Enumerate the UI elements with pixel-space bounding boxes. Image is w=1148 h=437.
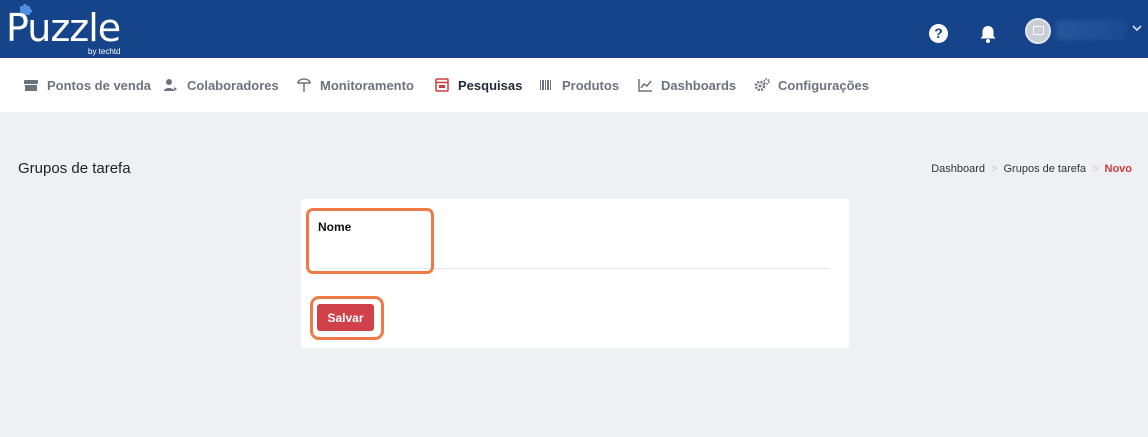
main-nav: Pontos de venda Colaboradores Monitorame… xyxy=(0,58,1148,112)
user-name-blurred[interactable] xyxy=(1056,20,1126,40)
barcode-icon xyxy=(540,80,551,90)
nav-item-configuracoes[interactable]: Configurações xyxy=(754,58,869,112)
breadcrumb-current: Novo xyxy=(1104,163,1133,175)
users-icon xyxy=(164,79,177,91)
nome-input[interactable] xyxy=(318,239,830,269)
chevron-down-icon[interactable] xyxy=(1131,22,1143,34)
avatar[interactable] xyxy=(1025,18,1051,44)
nome-label: Nome xyxy=(318,220,352,234)
page-title: Grupos de tarefa xyxy=(18,160,131,177)
nav-item-colaboradores[interactable]: Colaboradores xyxy=(163,58,279,112)
nav-label: Pontos de venda xyxy=(47,77,152,93)
breadcrumb: Dashboard > Grupos de tarefa > Novo xyxy=(931,163,1132,175)
top-bar: Puzzle by techtd ? xyxy=(0,0,1148,58)
breadcrumb-separator: > xyxy=(1092,163,1099,175)
gears-icon xyxy=(754,78,770,92)
nav-item-produtos[interactable]: Produtos xyxy=(538,58,619,112)
nav-label: Configurações xyxy=(778,77,870,93)
help-icon[interactable]: ? xyxy=(929,24,948,43)
nav-item-dashboards[interactable]: Dashboards xyxy=(637,58,736,112)
breadcrumb-grupos-de-tarefa[interactable]: Grupos de tarefa xyxy=(1004,163,1087,175)
nav-label: Pesquisas xyxy=(458,77,523,93)
logo-text: Puzzle xyxy=(6,6,121,50)
nav-label: Dashboards xyxy=(661,77,737,93)
puzzle-logo[interactable]: Puzzle by techtd xyxy=(6,4,136,58)
nav-item-pesquisas[interactable]: Pesquisas xyxy=(434,58,522,112)
chart-icon xyxy=(638,79,652,92)
image-placeholder-icon xyxy=(1033,26,1044,35)
nav-label: Colaboradores xyxy=(187,77,279,93)
bell-icon[interactable] xyxy=(977,23,999,45)
breadcrumb-dashboard[interactable]: Dashboard xyxy=(931,163,985,175)
survey-icon xyxy=(435,78,449,92)
save-button[interactable]: Salvar xyxy=(317,304,374,331)
store-icon xyxy=(24,80,38,91)
breadcrumb-separator: > xyxy=(991,163,998,175)
nav-item-pontos-de-venda[interactable]: Pontos de venda xyxy=(23,58,151,112)
monitor-icon xyxy=(297,78,311,92)
nav-item-monitoramento[interactable]: Monitoramento xyxy=(296,58,414,112)
form-card: Nome Salvar xyxy=(301,199,849,348)
nav-label: Monitoramento xyxy=(320,77,414,93)
logo-subtitle: by techtd xyxy=(88,47,121,56)
nav-label: Produtos xyxy=(562,77,620,93)
